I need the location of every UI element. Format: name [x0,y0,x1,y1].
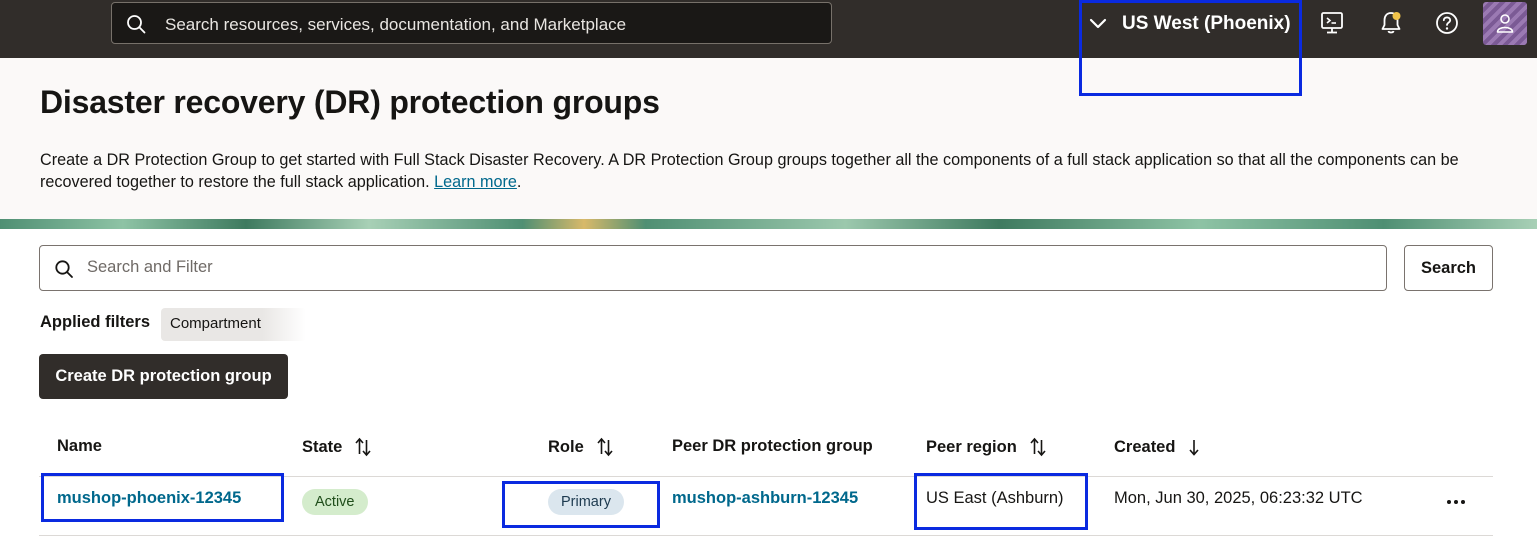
peer-region-value: US East (Ashburn) [926,489,1064,507]
table-divider [39,535,1493,536]
column-header-peer-group-label: Peer DR protection group [672,437,873,455]
peer-group-link[interactable]: mushop-ashburn-12345 [672,489,858,508]
sort-descending-icon[interactable] [1187,437,1201,457]
column-header-name-label: Name [57,437,102,455]
description-period: . [516,172,522,191]
description-text: Create a DR Protection Group to get star… [40,151,1459,191]
page-description: Create a DR Protection Group to get star… [40,150,1500,193]
cloud-shell-icon[interactable] [1319,10,1345,36]
sort-icon[interactable] [1029,437,1047,457]
column-header-role[interactable]: Role [548,437,614,457]
filter-chip-compartment[interactable]: Compartment [161,308,306,341]
user-avatar[interactable] [1483,2,1527,45]
top-navigation-bar: Search resources, services, documentatio… [0,0,1537,58]
table-divider [39,476,1493,477]
global-search-input[interactable]: Search resources, services, documentatio… [111,2,832,44]
create-dr-protection-group-button[interactable]: Create DR protection group [39,354,288,399]
search-button[interactable]: Search [1404,245,1493,291]
learn-more-link[interactable]: Learn more [434,173,517,191]
search-icon [127,15,146,34]
created-timestamp: Mon, Jun 30, 2025, 06:23:32 UTC [1114,489,1363,507]
sort-icon[interactable] [354,437,372,457]
search-filter-input[interactable]: Search and Filter [39,245,1387,291]
column-header-state-label: State [302,437,343,456]
user-icon [1496,14,1514,33]
filter-chip-label: Compartment [170,315,261,332]
region-selector[interactable]: US West (Phoenix) [1082,2,1300,46]
column-header-created-label: Created [1114,437,1176,456]
region-label: US West (Phoenix) [1122,13,1291,34]
role-badge: Primary [548,489,624,515]
column-header-state[interactable]: State [302,437,372,457]
applied-filters-label: Applied filters [40,313,151,331]
column-header-peer-region[interactable]: Peer region [926,437,1047,457]
more-actions-icon[interactable] [1444,490,1468,514]
search-filter-placeholder: Search and Filter [87,258,213,276]
search-icon [55,260,73,278]
page-title: Disaster recovery (DR) protection groups [40,84,660,120]
column-header-role-label: Role [548,437,584,456]
decorative-pattern [0,219,1537,229]
column-header-peer-group: Peer DR protection group [672,437,873,456]
column-header-created[interactable]: Created [1114,437,1201,457]
help-icon[interactable] [1434,10,1460,36]
column-header-peer-region-label: Peer region [926,437,1017,456]
chevron-down-icon [1089,18,1107,29]
global-search-placeholder: Search resources, services, documentatio… [165,15,627,34]
row-name-link[interactable]: mushop-phoenix-12345 [57,489,241,508]
column-header-name: Name [57,437,102,456]
bell-icon[interactable] [1378,10,1404,36]
sort-icon[interactable] [596,437,614,457]
page-header-banner [0,58,1537,221]
status-badge: Active [302,489,368,515]
